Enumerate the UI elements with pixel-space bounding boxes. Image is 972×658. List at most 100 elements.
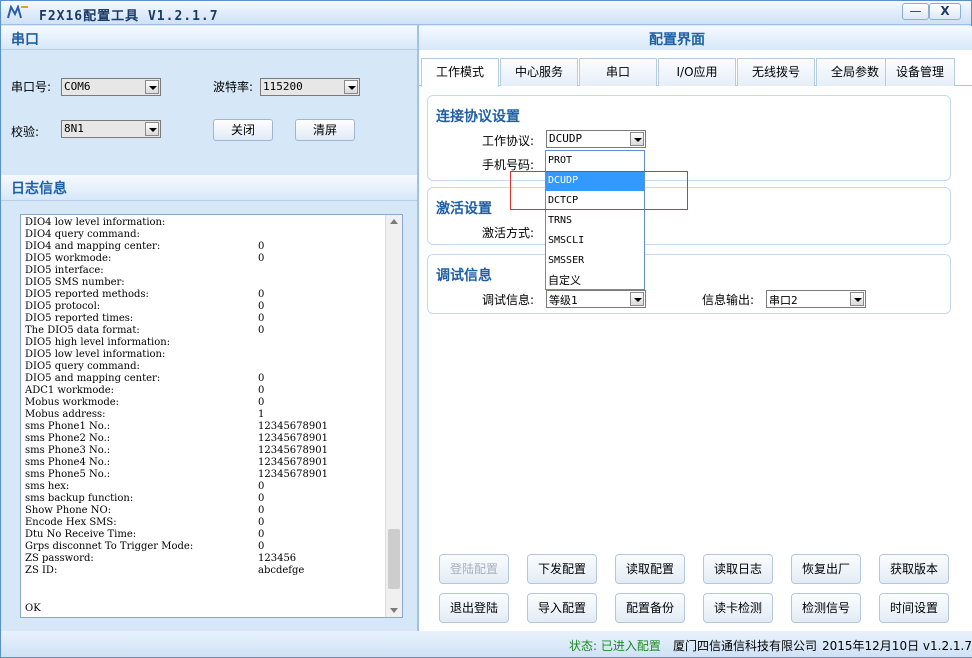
info-output-label: 信息输出: <box>702 293 755 307</box>
baud-label: 波特率: <box>213 80 254 94</box>
log-line: DIO5 reported times: 0 <box>25 313 385 325</box>
protocol-option[interactable]: SMSCLI <box>546 231 644 251</box>
log-key: Grps disconnet To Trigger Mode: <box>25 541 194 552</box>
port-select[interactable]: COM6 <box>61 78 161 96</box>
log-line: sms backup function: 0 <box>25 493 385 505</box>
card-check-button[interactable]: 读卡检测 <box>703 593 773 623</box>
log-textbox[interactable]: DIO4 low level information: DIO4 query co… <box>20 214 403 618</box>
log-line: DIO5 protocol: 0 <box>25 301 385 313</box>
parity-select[interactable]: 8N1 <box>61 120 161 138</box>
scroll-down-arrow-icon[interactable] <box>390 608 398 613</box>
activation-group: 激活设置 激活方式: <box>427 187 951 245</box>
chevron-down-icon[interactable] <box>145 122 159 136</box>
log-key: sms Phone2 No.: <box>25 433 111 444</box>
tab-device-mgmt[interactable]: 设备管理 <box>885 58 955 86</box>
minimize-button[interactable]: — <box>902 3 929 20</box>
log-key: ADC1 workmode: <box>25 385 115 396</box>
activation-group-title: 激活设置 <box>436 201 492 217</box>
log-value: 0 <box>258 289 265 300</box>
close-button[interactable]: X <box>929 3 961 20</box>
log-scrollbar[interactable] <box>385 215 402 617</box>
protocol-select[interactable]: DCUDP <box>546 130 646 148</box>
log-line: sms Phone4 No.: 12345678901 <box>25 457 385 469</box>
protocol-option[interactable]: SMSSER <box>546 251 644 271</box>
log-key: DIO5 protocol: <box>25 301 101 312</box>
log-key: DIO5 reported methods: <box>25 289 149 300</box>
config-panel: 配置界面 工作模式 中心服务 串口 I/O应用 无线拨号 全局参数 设备管理 连… <box>419 26 972 631</box>
tab-io-app[interactable]: I/O应用 <box>658 58 736 86</box>
log-key: Mobus address: <box>25 409 106 420</box>
protocol-option[interactable]: PROT <box>546 151 644 171</box>
parity-label: 校验: <box>11 125 40 139</box>
log-line: ZS password: 123456 <box>25 553 385 565</box>
log-line: sms hex: 0 <box>25 481 385 493</box>
log-section-header: 日志信息 <box>1 175 417 201</box>
chevron-down-icon[interactable] <box>850 292 864 306</box>
log-key: DIO5 and mapping center: <box>25 373 161 384</box>
chevron-down-icon[interactable] <box>145 80 159 94</box>
chevron-down-icon[interactable] <box>344 80 358 94</box>
info-output-select[interactable]: 串口2 <box>766 290 866 308</box>
log-value: 0 <box>258 373 265 384</box>
scroll-up-arrow-icon[interactable] <box>390 219 398 224</box>
title-bar[interactable]: F2X16配置工具 V1.2.1.7 — X <box>1 1 971 25</box>
log-key: DIO5 low level information: <box>25 349 166 360</box>
scroll-thumb[interactable] <box>388 529 400 589</box>
backup-config-button[interactable]: 配置备份 <box>615 593 685 623</box>
log-key: DIO5 reported times: <box>25 313 134 324</box>
log-value: 0 <box>258 313 265 324</box>
tab-wireless-dial[interactable]: 无线拨号 <box>737 58 815 86</box>
config-title-bar: 配置界面 <box>419 26 972 50</box>
tab-center-service[interactable]: 中心服务 <box>500 58 578 86</box>
annotation-highlight-box <box>510 171 688 210</box>
get-version-button[interactable]: 获取版本 <box>879 554 949 584</box>
read-log-button[interactable]: 读取日志 <box>703 554 773 584</box>
log-value: abcdefge <box>258 565 305 576</box>
debug-level-value: 等级1 <box>549 294 578 307</box>
log-line: DIO5 interface: <box>25 265 385 277</box>
tab-global-params[interactable]: 全局参数 <box>816 58 894 86</box>
factory-reset-button[interactable]: 恢复出厂 <box>791 554 861 584</box>
log-value: 12345678901 <box>258 469 328 480</box>
log-value: 0 <box>258 517 265 528</box>
log-line: sms Phone1 No.: 12345678901 <box>25 421 385 433</box>
log-line: Encode Hex SMS: 0 <box>25 517 385 529</box>
log-line: DIO5 and mapping center: 0 <box>25 373 385 385</box>
log-line: ZS ID: abcdefge <box>25 565 385 577</box>
protocol-option[interactable]: 自定义 <box>546 271 644 291</box>
company-name: 厦门四信通信科技有限公司 <box>673 639 818 653</box>
serial-header-title: 串口 <box>11 32 39 48</box>
tab-serial[interactable]: 串口 <box>579 58 657 86</box>
log-key: sms Phone4 No.: <box>25 457 111 468</box>
log-line: DIO5 workmode: 0 <box>25 253 385 265</box>
login-config-button[interactable]: 登陆配置 <box>439 554 509 584</box>
log-key: sms hex: <box>25 481 70 492</box>
clear-screen-button[interactable]: 清屏 <box>295 119 355 141</box>
debug-level-select[interactable]: 等级1 <box>546 290 646 308</box>
tab-work-mode[interactable]: 工作模式 <box>421 58 499 87</box>
chevron-down-icon[interactable] <box>630 292 644 306</box>
signal-check-button[interactable]: 检测信号 <box>791 593 861 623</box>
time-setting-button[interactable]: 时间设置 <box>879 593 949 623</box>
log-value: 0 <box>258 385 265 396</box>
log-key: DIO5 high level information: <box>25 337 171 348</box>
log-value: 12345678901 <box>258 433 328 444</box>
read-config-button[interactable]: 读取配置 <box>615 554 685 584</box>
log-key: Show Phone NO: <box>25 505 112 516</box>
log-line: sms Phone5 No.: 12345678901 <box>25 469 385 481</box>
close-port-button[interactable]: 关闭 <box>213 119 273 141</box>
log-key: DIO4 and mapping center: <box>25 241 161 252</box>
send-config-button[interactable]: 下发配置 <box>527 554 597 584</box>
logout-button[interactable]: 退出登陆 <box>439 593 509 623</box>
chevron-down-icon[interactable] <box>630 132 644 146</box>
log-line: DIO5 SMS number: <box>25 277 385 289</box>
connection-group-title: 连接协议设置 <box>436 109 520 125</box>
protocol-option[interactable]: TRNS <box>546 211 644 231</box>
baud-select[interactable]: 115200 <box>260 78 360 96</box>
log-key: ZS password: <box>25 553 94 564</box>
log-key: sms Phone1 No.: <box>25 421 111 432</box>
log-value: 12345678901 <box>258 445 328 456</box>
import-config-button[interactable]: 导入配置 <box>527 593 597 623</box>
log-line: Grps disconnet To Trigger Mode: 0 <box>25 541 385 553</box>
log-value: 0 <box>258 541 265 552</box>
